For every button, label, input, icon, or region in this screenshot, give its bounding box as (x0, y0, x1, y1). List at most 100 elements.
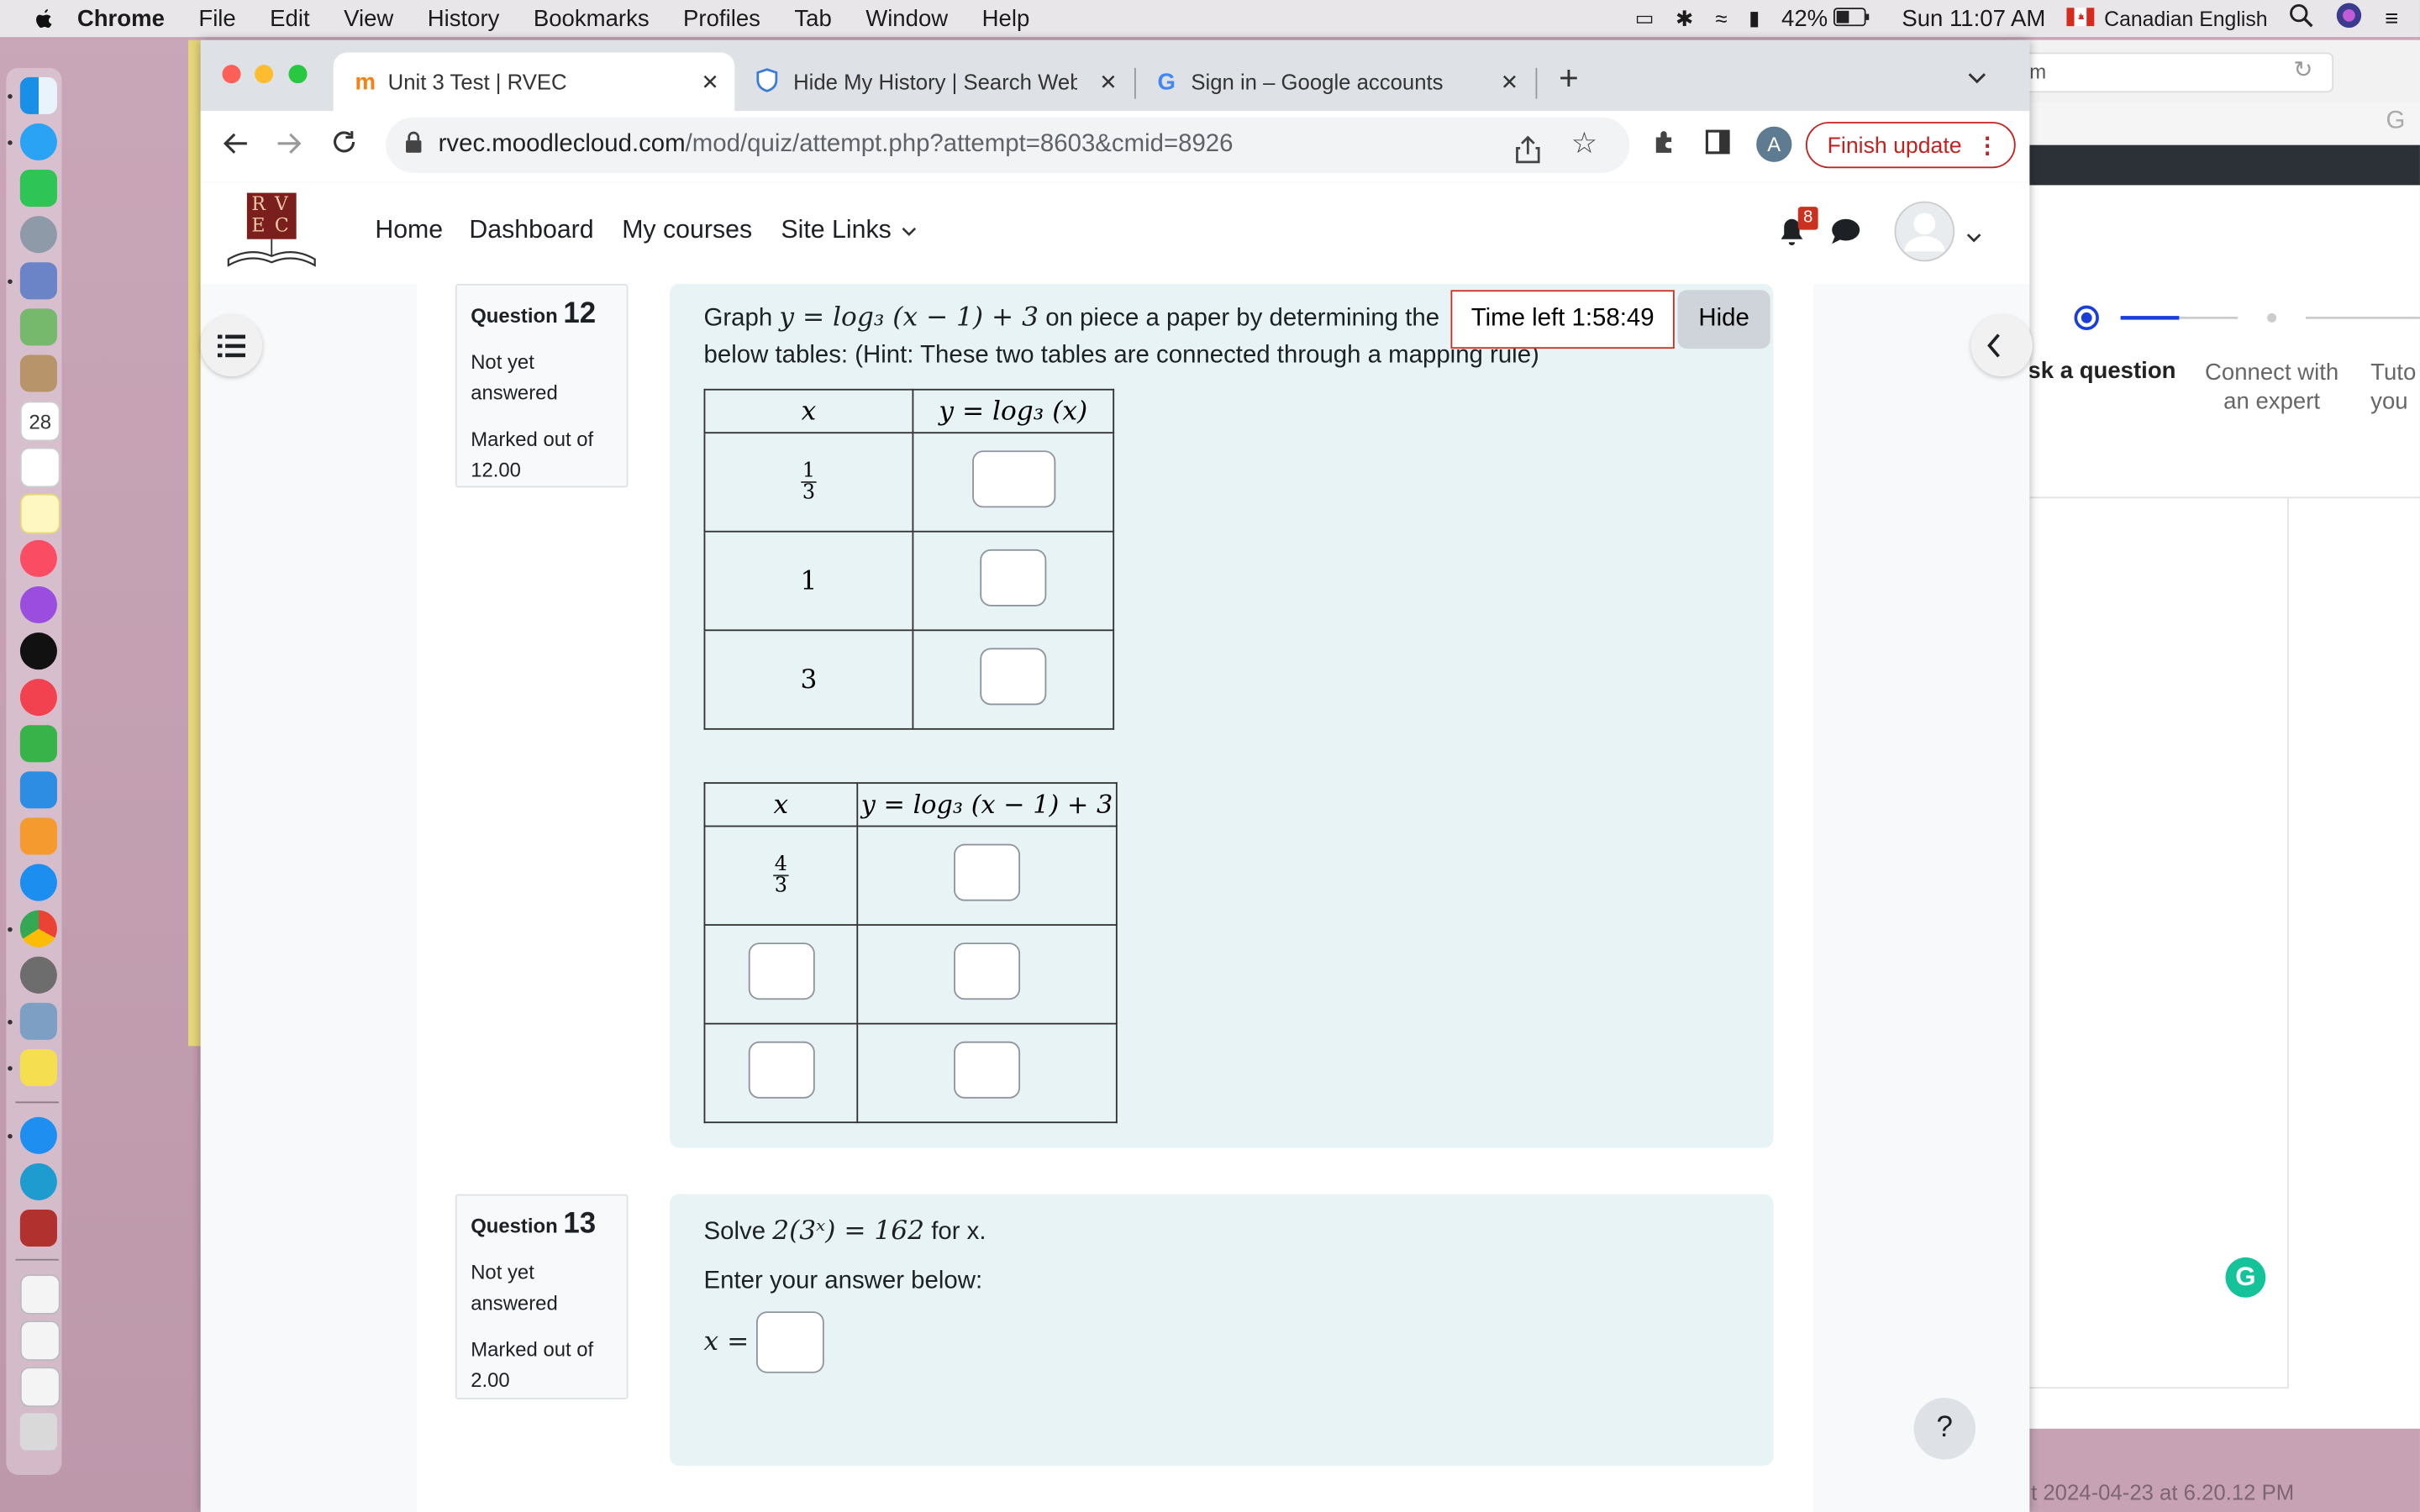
answer-input[interactable] (747, 942, 814, 1000)
bg-address-bar[interactable]: m (2022, 52, 2334, 93)
trash-icon[interactable] (19, 1413, 57, 1451)
news-icon[interactable] (19, 679, 57, 717)
numbers-icon[interactable] (19, 725, 57, 763)
menu-profiles[interactable]: Profiles (683, 5, 760, 31)
hide-timer-button[interactable]: Hide (1677, 290, 1770, 349)
new-tab-icon[interactable]: + (1559, 59, 1579, 99)
photo-booth-icon[interactable] (19, 1209, 57, 1247)
document-icon[interactable] (19, 1274, 60, 1315)
bookmark-star-icon[interactable]: ☆ (1571, 118, 1597, 173)
volume-icon[interactable]: ▮ (1749, 6, 1760, 30)
menu-file[interactable]: File (198, 5, 235, 31)
side-panel-icon[interactable] (1705, 129, 1730, 162)
menu-history[interactable]: History (428, 5, 500, 31)
menu-view[interactable]: View (344, 5, 393, 31)
lock-icon[interactable] (404, 118, 423, 174)
kebab-menu-icon[interactable]: ⋮ (1956, 123, 1999, 170)
battery-icon[interactable] (1833, 5, 1871, 31)
step-ask-question[interactable]: sk a question (2028, 358, 2175, 384)
menu-tab[interactable]: Tab (794, 5, 831, 31)
menu-help[interactable]: Help (982, 5, 1030, 31)
back-icon[interactable] (222, 129, 250, 165)
answer-input[interactable] (954, 942, 1021, 1000)
site-logo[interactable]: R V E C (225, 192, 318, 275)
document-icon[interactable] (19, 1320, 60, 1361)
clock[interactable]: Sun 11:07 AM (1902, 5, 2045, 31)
address-bar[interactable]: rvec.moodlecloud.com/mod/quiz/attempt.ph… (386, 117, 1630, 174)
apple-icon[interactable] (31, 6, 55, 30)
answer-input[interactable] (980, 548, 1047, 606)
system-preferences-icon[interactable] (19, 956, 57, 994)
bluetooth-icon[interactable]: ✱ (1676, 5, 1694, 31)
podcasts-icon[interactable] (19, 585, 57, 624)
wifi-icon[interactable]: ≈ (1715, 6, 1727, 30)
tab-search-icon[interactable] (1968, 65, 1986, 92)
menu-bookmarks[interactable]: Bookmarks (534, 5, 650, 31)
user-avatar[interactable] (1894, 201, 1955, 270)
step-connect-expert[interactable]: Connect with an expert (2195, 358, 2349, 417)
maps-icon[interactable] (19, 308, 57, 346)
finish-update-button[interactable]: Finish update ⋮ (1805, 122, 2016, 170)
messages-icon[interactable] (19, 123, 57, 161)
nav-my-courses[interactable]: My courses (622, 216, 752, 245)
answer-input[interactable] (755, 1311, 824, 1373)
reminders-icon[interactable] (19, 447, 60, 488)
control-center-icon[interactable]: ≡ (2385, 5, 2398, 31)
notes-icon[interactable] (19, 493, 60, 534)
answer-input[interactable] (954, 1040, 1021, 1098)
help-button[interactable]: ? (1913, 1398, 1975, 1460)
messages-icon[interactable] (1830, 218, 1861, 253)
menu-edit[interactable]: Edit (270, 5, 309, 31)
share-icon[interactable] (1516, 129, 1540, 185)
screenshot-filename[interactable]: t 2024-04-23 at 6.20.12 PM (2031, 1479, 2294, 1504)
tab-unit3-test[interactable]: m Unit 3 Test | RVEC ✕ (333, 52, 735, 112)
close-tab-icon[interactable]: ✕ (1501, 69, 1519, 95)
nav-dashboard[interactable]: Dashboard (469, 216, 593, 245)
contacts-icon[interactable] (19, 354, 57, 392)
grammarly-icon[interactable]: G (2225, 1257, 2266, 1298)
siri-icon[interactable] (2335, 2, 2363, 35)
close-tab-icon[interactable]: ✕ (701, 69, 719, 95)
course-index-toggle[interactable] (200, 314, 263, 377)
stickies-icon[interactable] (19, 1048, 57, 1087)
facetime-icon[interactable] (19, 170, 57, 207)
launchpad-icon[interactable] (19, 216, 57, 254)
extensions-icon[interactable] (1651, 128, 1679, 163)
canada-flag-icon[interactable] (2067, 5, 2096, 31)
document-icon[interactable] (19, 1367, 60, 1408)
reload-icon[interactable]: ↻ (2293, 55, 2312, 83)
tab-hide-my-history[interactable]: Hide My History | Search Web ✕ (734, 52, 1133, 111)
finder-icon[interactable] (19, 76, 57, 114)
minimize-window-button[interactable] (255, 65, 274, 84)
preview-icon[interactable] (19, 1002, 57, 1040)
menu-app-name[interactable]: Chrome (77, 5, 165, 31)
answer-input[interactable] (954, 843, 1021, 900)
input-source[interactable]: Canadian English (2104, 7, 2267, 30)
spotlight-icon[interactable] (2289, 3, 2313, 34)
pages-icon[interactable] (19, 817, 57, 855)
nav-site-links[interactable]: Site Links (781, 216, 917, 245)
profile-avatar[interactable]: A (1756, 126, 1792, 162)
answer-input[interactable] (747, 1040, 814, 1098)
close-tab-icon[interactable]: ✕ (1099, 69, 1118, 95)
photos-icon[interactable] (19, 262, 57, 300)
chrome-icon[interactable] (19, 910, 57, 948)
app-store-icon[interactable] (19, 864, 57, 901)
user-menu-chevron-icon[interactable] (1966, 223, 1981, 251)
quiz-navigation-toggle[interactable] (1970, 314, 2033, 377)
google-icon[interactable]: G (2386, 108, 2406, 136)
reload-icon[interactable] (330, 128, 358, 163)
answer-input[interactable] (980, 647, 1047, 705)
menu-window[interactable]: Window (865, 5, 948, 31)
edge-icon[interactable] (19, 1163, 57, 1200)
forward-icon[interactable] (275, 129, 302, 165)
safari-icon[interactable] (19, 1116, 57, 1154)
calendar-icon[interactable]: 28 (19, 401, 60, 442)
answer-input[interactable] (971, 449, 1055, 507)
airplay-icon[interactable]: ▭ (1635, 6, 1655, 30)
zoom-window-button[interactable] (288, 65, 308, 84)
music-icon[interactable] (19, 539, 57, 577)
close-window-button[interactable] (222, 65, 241, 84)
step-tutor[interactable]: Tuto you (2370, 358, 2420, 417)
tab-google-sign-in[interactable]: G Sign in – Google accounts ✕ (1136, 52, 1534, 111)
